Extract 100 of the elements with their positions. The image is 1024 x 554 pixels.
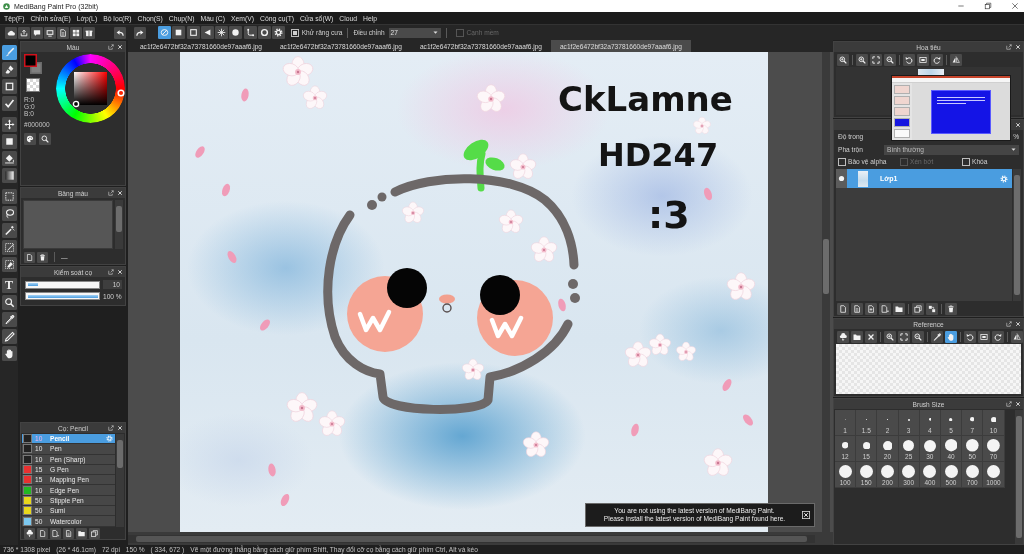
flip-icon[interactable] xyxy=(950,53,962,66)
checkbox[interactable] xyxy=(962,157,970,166)
gradient-icon[interactable] xyxy=(1,168,17,183)
float-icon[interactable] xyxy=(1006,321,1012,327)
zoom-in-icon[interactable] xyxy=(856,53,868,66)
magic-wand-icon[interactable] xyxy=(1,223,17,238)
move-icon[interactable] xyxy=(1,117,17,132)
scrollbar[interactable] xyxy=(1014,410,1023,544)
scrollbar[interactable] xyxy=(115,200,123,249)
float-icon[interactable] xyxy=(108,425,114,431)
zoom-in-icon[interactable] xyxy=(884,330,896,343)
scrollbar[interactable] xyxy=(822,52,830,532)
undo-icon[interactable] xyxy=(113,26,127,39)
scrollbar[interactable] xyxy=(1013,169,1021,301)
float-icon[interactable] xyxy=(108,44,114,50)
float-icon[interactable] xyxy=(1006,44,1012,50)
zoom-out-icon[interactable] xyxy=(884,53,896,66)
color-square[interactable] xyxy=(74,72,107,105)
brush-size-slider[interactable] xyxy=(25,280,100,289)
eyedropper-icon[interactable] xyxy=(1,312,17,327)
close-icon[interactable] xyxy=(865,330,877,343)
expand-icon[interactable] xyxy=(898,330,910,343)
document-lines-icon[interactable] xyxy=(851,302,863,315)
folder-icon[interactable] xyxy=(893,302,905,315)
selection-pen-icon[interactable] xyxy=(1,240,17,255)
cloud-icon[interactable] xyxy=(5,26,17,39)
curve-icon[interactable] xyxy=(243,26,257,39)
eraser-icon[interactable] xyxy=(1,62,17,77)
cloud-upload-icon[interactable] xyxy=(837,330,849,343)
sparkle-icon[interactable] xyxy=(215,26,229,39)
palette-icon[interactable] xyxy=(24,133,36,145)
hue-marker-icon[interactable] xyxy=(117,89,125,97)
checkbox[interactable] xyxy=(838,157,846,166)
pen-icon[interactable] xyxy=(1,329,17,344)
document-icon[interactable] xyxy=(37,528,48,540)
restore-icon[interactable] xyxy=(984,2,992,10)
scrollbar-thumb[interactable] xyxy=(823,239,829,294)
float-icon[interactable] xyxy=(1006,401,1012,407)
square-icon[interactable] xyxy=(186,26,200,39)
scrollbar-thumb[interactable] xyxy=(116,206,122,232)
folder-icon[interactable] xyxy=(851,330,863,343)
filled-square-icon[interactable] xyxy=(1,134,17,149)
ring-icon[interactable] xyxy=(258,26,272,39)
dotted-selection-icon[interactable] xyxy=(1,189,17,204)
cloud-upload-icon[interactable] xyxy=(24,528,35,540)
flip-icon[interactable] xyxy=(1011,330,1023,343)
rectangle-icon[interactable] xyxy=(1,79,17,94)
rotate-right-icon[interactable] xyxy=(992,330,1004,343)
scrollbar[interactable] xyxy=(116,434,124,527)
speech-bubble-icon[interactable] xyxy=(31,26,43,39)
document-icon[interactable] xyxy=(57,26,69,39)
paint-bucket-icon[interactable] xyxy=(1,151,17,166)
expand-icon[interactable] xyxy=(870,53,882,66)
scrollbar[interactable] xyxy=(128,534,815,543)
rotate-left-icon[interactable] xyxy=(903,53,915,66)
upload-icon[interactable] xyxy=(18,26,30,39)
hand-icon[interactable] xyxy=(1,346,17,361)
window-preview-drawing[interactable] xyxy=(891,75,1011,141)
scrollbar-thumb[interactable] xyxy=(1015,416,1022,538)
magnifier-icon[interactable] xyxy=(1,295,17,310)
merge-icon[interactable] xyxy=(926,302,938,315)
gear-icon[interactable] xyxy=(272,26,286,39)
scrollbar-thumb[interactable] xyxy=(117,440,123,468)
circle-slash-icon[interactable] xyxy=(158,26,171,39)
document-dropdown-icon[interactable] xyxy=(879,302,891,315)
document-icon[interactable] xyxy=(837,302,849,315)
filled-square-icon[interactable] xyxy=(172,26,186,39)
lasso-icon[interactable] xyxy=(1,206,17,221)
grid-icon[interactable] xyxy=(70,26,82,39)
scrollbar-thumb[interactable] xyxy=(1014,175,1020,295)
box-icon[interactable] xyxy=(83,26,95,39)
text-tool-button[interactable]: T xyxy=(1,278,17,293)
selection-eraser-icon[interactable] xyxy=(1,257,17,272)
frame-icon[interactable] xyxy=(978,330,990,343)
trash-icon[interactable] xyxy=(37,251,48,263)
copy-icon[interactable] xyxy=(912,302,924,315)
hand-icon[interactable] xyxy=(945,330,957,343)
magnifier-icon[interactable] xyxy=(39,133,51,145)
visibility-icon[interactable] xyxy=(836,169,847,188)
document-icon[interactable] xyxy=(24,251,35,263)
picker-marker-icon[interactable] xyxy=(72,100,80,108)
trash-icon[interactable] xyxy=(945,302,957,315)
zoom-out-icon[interactable] xyxy=(912,330,924,343)
copy-icon[interactable] xyxy=(89,528,100,540)
scrollbar-thumb[interactable] xyxy=(136,535,807,542)
transparent-color-icon[interactable] xyxy=(26,78,40,92)
redo-icon[interactable] xyxy=(133,26,147,39)
monitor-icon[interactable] xyxy=(44,26,56,39)
document-dropdown-icon[interactable] xyxy=(50,528,61,540)
brush-icon[interactable] xyxy=(1,45,17,60)
float-icon[interactable] xyxy=(108,269,114,275)
rotate-left-icon[interactable] xyxy=(964,330,976,343)
document-lines-icon[interactable] xyxy=(63,528,74,540)
checkbox[interactable] xyxy=(290,28,299,37)
color-swatch-icon[interactable] xyxy=(24,54,37,67)
folder-icon[interactable] xyxy=(76,528,87,540)
circle-icon[interactable] xyxy=(229,26,243,39)
frame-icon[interactable] xyxy=(917,53,929,66)
rotate-right-icon[interactable] xyxy=(931,53,943,66)
checkmark-icon[interactable] xyxy=(1,96,17,111)
